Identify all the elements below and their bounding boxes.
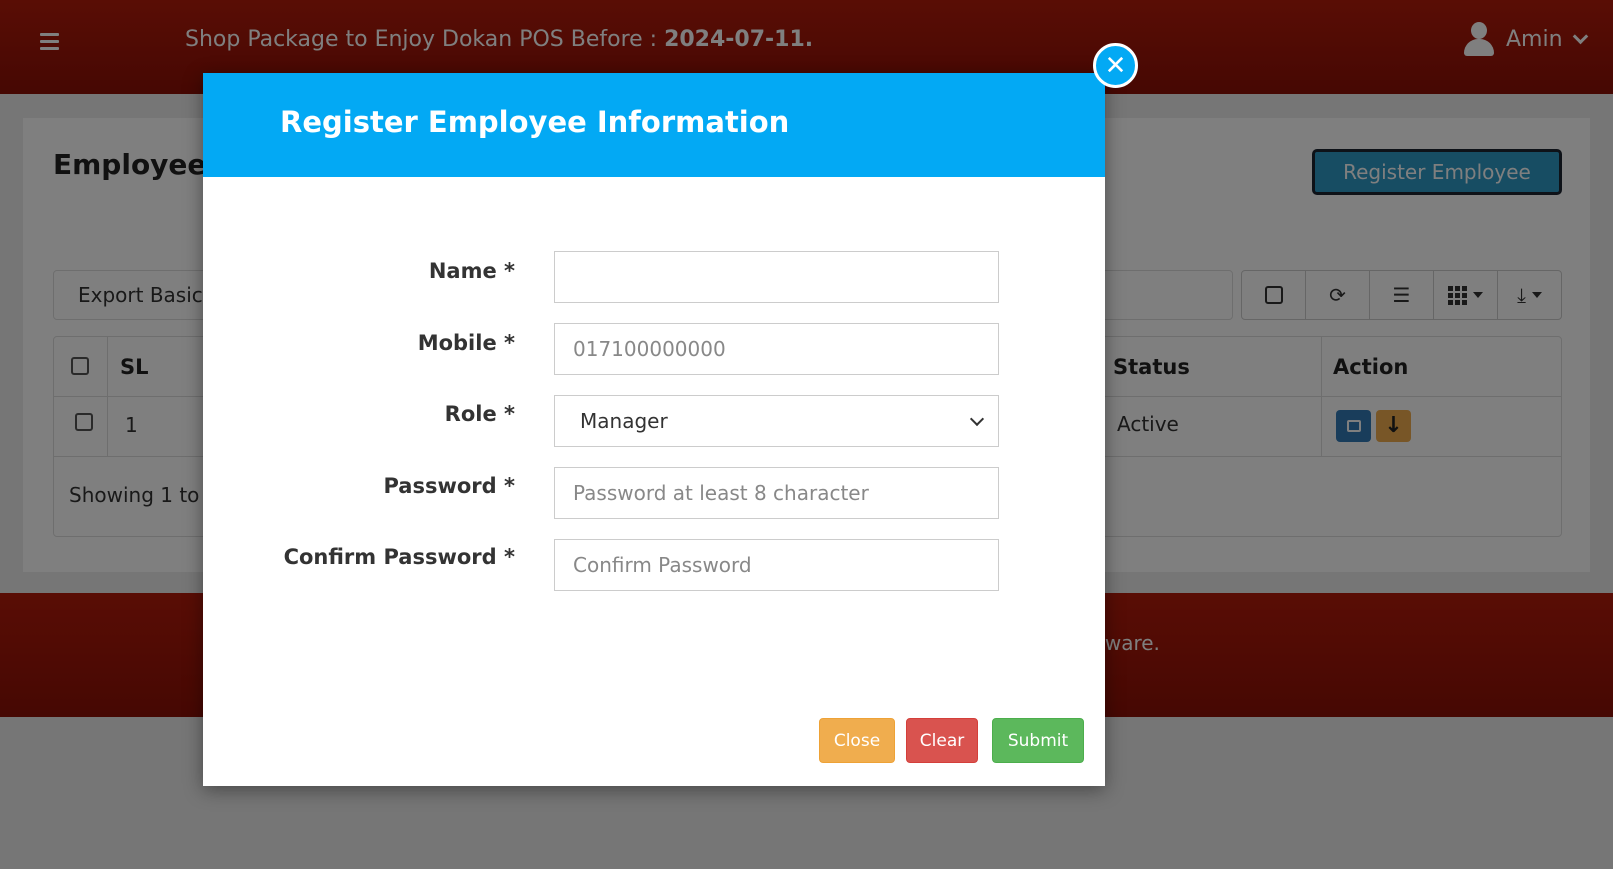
chevron-down-icon xyxy=(969,411,985,427)
close-button[interactable]: Close xyxy=(819,718,895,763)
mobile-field[interactable] xyxy=(554,323,999,375)
password-field[interactable] xyxy=(554,467,999,519)
mobile-label: Mobile * xyxy=(417,331,515,355)
confirm-password-field[interactable] xyxy=(554,539,999,591)
submit-button[interactable]: Submit xyxy=(992,718,1084,763)
role-selected-value: Manager xyxy=(580,409,668,433)
name-field[interactable] xyxy=(554,251,999,303)
password-label: Password * xyxy=(383,474,515,498)
role-select[interactable]: Manager xyxy=(554,395,999,447)
clear-button[interactable]: Clear xyxy=(906,718,978,763)
role-label: Role * xyxy=(444,402,515,426)
register-employee-modal: Register Employee Information Name * Mob… xyxy=(203,73,1105,786)
modal-title: Register Employee Information xyxy=(280,105,790,139)
modal-header: Register Employee Information xyxy=(203,73,1105,177)
name-label: Name * xyxy=(428,259,515,283)
close-icon[interactable]: ✕ xyxy=(1093,43,1138,88)
confirm-password-label: Confirm Password * xyxy=(283,545,515,569)
